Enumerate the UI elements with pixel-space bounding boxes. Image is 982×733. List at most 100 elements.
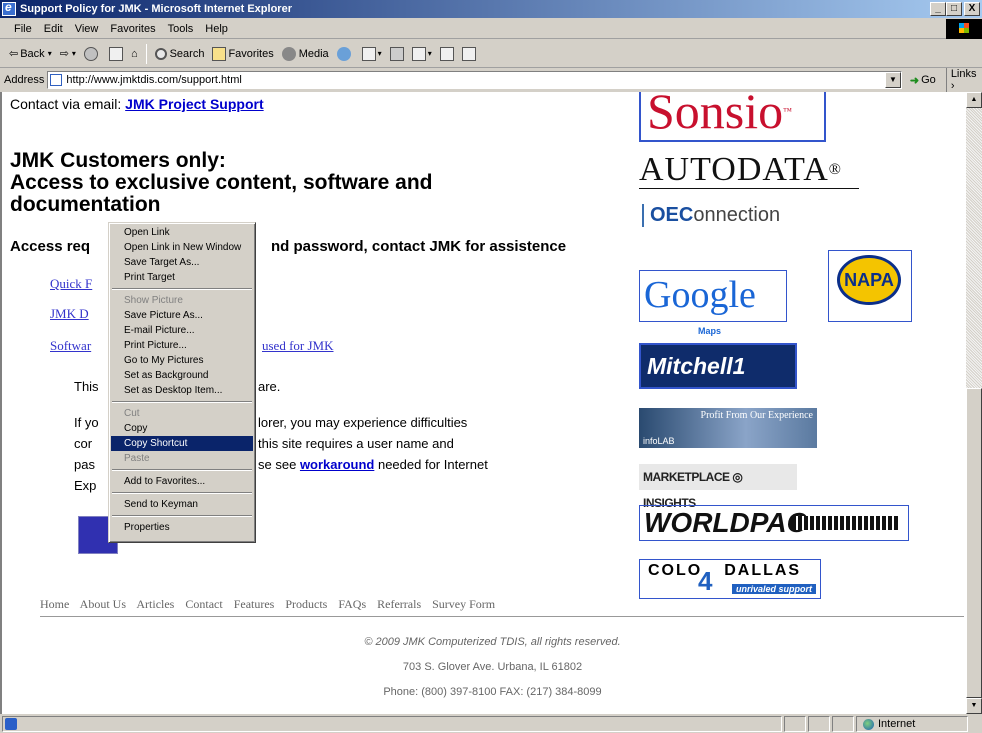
ctx-print-target[interactable]: Print Target [111,270,253,285]
oec-logo[interactable]: OEConnection [642,204,780,227]
footer-link-contact[interactable]: Contact [185,597,222,611]
status-pane [832,716,854,732]
jmk-docs-link[interactable]: JMK D [50,306,89,322]
marketplace-text: MARKETPLACE ◎ INSIGHTS [643,470,743,510]
footer-link-home[interactable]: Home [40,597,69,611]
infolab-logo[interactable]: Profit From Our Experience infoLAB [639,408,817,448]
subhead-left: Access req [10,238,91,255]
print-button[interactable] [387,43,407,65]
windows-logo-icon [946,19,982,39]
infolab-text: infoLAB [643,436,675,446]
ctx-separator [112,515,252,517]
worldpac-logo[interactable]: WORLDPAC [639,505,909,541]
ctx-paste: Paste [124,453,150,464]
marketplace-insights-logo[interactable]: MARKETPLACE ◎ INSIGHTS [639,464,797,510]
support-email-link[interactable]: JMK Project Support [125,96,263,112]
contact-line: Contact via email: JMK Project Support [10,96,264,112]
vertical-scrollbar[interactable]: ▲ ▼ [966,92,982,714]
links-button[interactable]: Links › [945,68,982,92]
title-bar: Support Policy for JMK - Microsoft Inter… [0,0,982,18]
ctx-go-to-my-pictures[interactable]: Go to My Pictures [111,353,253,368]
media-button[interactable]: Media [279,43,332,65]
edit-button[interactable]: ▾ [409,43,435,65]
footer-link-about[interactable]: About Us [80,597,126,611]
menu-tools[interactable]: Tools [162,23,200,35]
google-maps-logo[interactable]: Google Maps [639,270,787,336]
napa-logo[interactable]: NAPA [828,250,912,322]
colo4dallas-logo[interactable]: COLO DALLAS 4 unrivaled support [639,559,821,599]
footer-nav: Home About Us Articles Contact Features … [40,597,503,612]
research-button[interactable] [459,43,479,65]
history-button[interactable] [334,43,357,65]
ctx-send-to-keyman[interactable]: Send to Keyman [111,497,253,512]
search-button[interactable]: Search [152,43,208,65]
heading-line-2: Access to exclusive content, software an… [10,171,433,194]
ctx-add-to-favorites[interactable]: Add to Favorites... [111,474,253,489]
ctx-copy[interactable]: Copy [111,421,253,436]
address-input[interactable]: http://www.jmktdis.com/support.html ▼ [47,71,902,89]
para2-row1-left: If yo [74,415,99,430]
resize-grip[interactable] [968,716,982,732]
quick-link[interactable]: Quick F [50,276,92,292]
workaround-link[interactable]: workaround [300,457,374,472]
search-icon [154,47,167,60]
favorites-button[interactable]: Favorites [209,43,276,65]
ctx-set-as-desktop-item[interactable]: Set as Desktop Item... [111,383,253,398]
ctx-print-picture[interactable]: Print Picture... [111,338,253,353]
oec-bold: OEC [650,204,694,226]
stop-button[interactable] [81,43,104,65]
ctx-save-target-as[interactable]: Save Target As... [111,255,253,270]
mitchell1-logo[interactable]: Mitchell1 [639,343,797,389]
software-link[interactable]: Softwar [50,338,91,354]
ctx-copy-shortcut[interactable]: Copy Shortcut [111,436,253,451]
scroll-thumb[interactable] [966,388,982,698]
scroll-down-button[interactable]: ▼ [966,698,982,714]
maximize-button[interactable]: □ [946,2,962,16]
sonsio-logo[interactable]: Sonsio™ [639,92,826,142]
ctx-properties[interactable]: Properties [111,520,253,535]
go-button[interactable]: ➜ Go [910,74,936,87]
menu-favorites[interactable]: Favorites [104,23,161,35]
page-icon [50,74,63,86]
zone-label: Internet [878,718,916,730]
autodata-logo[interactable]: AUTODATA® [639,152,859,189]
footer-link-features[interactable]: Features [234,597,275,611]
menu-view[interactable]: View [69,23,105,35]
ctx-set-as-background[interactable]: Set as Background [111,368,253,383]
software-link-tail[interactable]: used for JMK [262,338,334,354]
ie-page-icon [5,718,17,730]
ctx-save-picture-as[interactable]: Save Picture As... [111,308,253,323]
ctx-separator [112,469,252,471]
home-button[interactable]: ⌂ [128,43,141,65]
footer-link-products[interactable]: Products [285,597,327,611]
para2-row4-left: Exp [74,478,97,493]
mail-button[interactable]: ▾ [359,43,385,65]
discuss-button[interactable] [437,43,457,65]
colo-4: 4 [698,566,713,596]
forward-button[interactable]: ⇨ ▾ [57,43,79,65]
worldpac-text: WORLDPAC [644,507,807,538]
back-button[interactable]: ⇦ Back ▾ [6,43,55,65]
ctx-separator [112,401,252,403]
refresh-button[interactable] [106,43,126,65]
favorites-label: Favorites [228,47,274,60]
minimize-button[interactable]: _ [930,2,946,16]
address-dropdown-icon[interactable]: ▼ [884,72,901,88]
ctx-email-picture[interactable]: E-mail Picture... [111,323,253,338]
ctx-open-link-new-window[interactable]: Open Link in New Window [111,240,253,255]
menu-edit[interactable]: Edit [38,23,69,35]
edit-icon [411,46,426,61]
ctx-open-link[interactable]: Open Link [111,225,253,240]
footer-link-faqs[interactable]: FAQs [338,597,366,611]
footer-link-referrals[interactable]: Referrals [377,597,421,611]
para2-row3-right: se see [258,457,297,472]
footer-link-articles[interactable]: Articles [136,597,174,611]
footer-link-survey[interactable]: Survey Form [432,597,495,611]
status-text-pane [2,716,782,732]
menu-file[interactable]: File [8,23,38,35]
close-button[interactable]: X [964,2,980,16]
menu-help[interactable]: Help [199,23,234,35]
history-icon [336,46,351,61]
search-label: Search [169,47,205,60]
scroll-up-button[interactable]: ▲ [966,92,982,108]
